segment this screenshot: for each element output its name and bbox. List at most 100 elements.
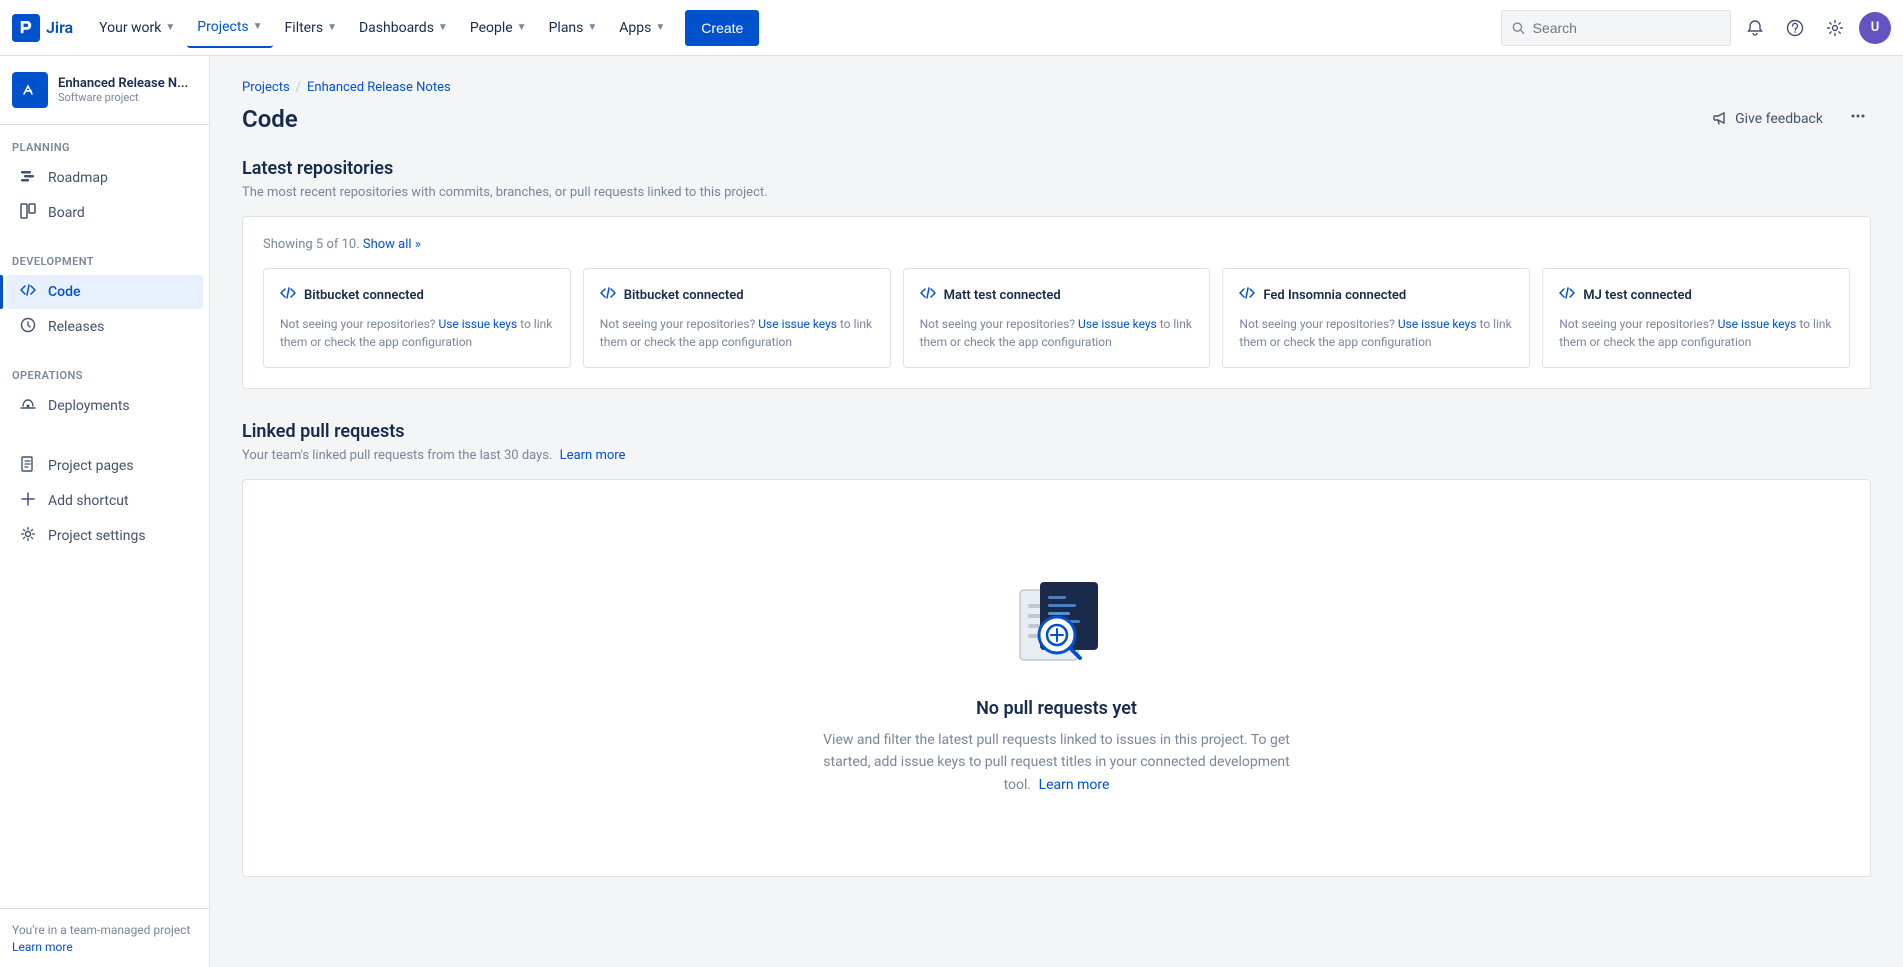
nav-dashboards[interactable]: Dashboards ▼ — [349, 8, 458, 48]
chevron-down-icon: ▼ — [587, 22, 597, 33]
give-feedback-button[interactable]: Give feedback — [1703, 105, 1833, 133]
create-button[interactable]: Create — [685, 10, 759, 46]
releases-icon — [18, 317, 38, 337]
repos-showing: Showing 5 of 10. Show all » — [263, 237, 1850, 252]
give-feedback-label: Give feedback — [1735, 111, 1823, 127]
repo-link-0[interactable]: Use issue keys — [438, 317, 517, 331]
chevron-down-icon: ▼ — [517, 22, 527, 33]
sidebar: Enhanced Release N... Software project P… — [0, 56, 210, 967]
nav-projects[interactable]: Projects ▼ — [187, 8, 272, 48]
nav-people[interactable]: People ▼ — [460, 8, 537, 48]
repo-title-2: Matt test connected — [944, 288, 1061, 303]
main-nav: Your work ▼ Projects ▼ Filters ▼ Dashboa… — [89, 8, 1501, 48]
nav-plans[interactable]: Plans ▼ — [539, 8, 608, 48]
planning-section: PLANNING Roadmap B — [0, 125, 209, 239]
nav-filters[interactable]: Filters ▼ — [275, 8, 347, 48]
pull-requests-title: Linked pull requests — [242, 421, 1871, 442]
help-button[interactable] — [1779, 12, 1811, 44]
repo-card-3: Fed Insomnia connected Not seeing your r… — [1222, 268, 1530, 368]
more-icon — [1849, 107, 1867, 125]
top-navigation: Jira Your work ▼ Projects ▼ Filters ▼ Da… — [0, 0, 1903, 56]
sidebar-item-project-pages[interactable]: Project pages — [6, 449, 203, 483]
breadcrumb-enhanced-release[interactable]: Enhanced Release Notes — [307, 80, 451, 95]
page-actions: Give feedback — [1703, 103, 1871, 134]
sidebar-item-deployments[interactable]: Deployments — [6, 389, 203, 423]
repo-body-4: Not seeing your repositories? Use issue … — [1559, 315, 1833, 351]
nav-apps[interactable]: Apps ▼ — [609, 8, 675, 48]
repo-title-3: Fed Insomnia connected — [1263, 288, 1406, 303]
code-icon — [18, 282, 38, 302]
repo-link-2[interactable]: Use issue keys — [1078, 317, 1157, 331]
chevron-down-icon: ▼ — [165, 22, 175, 33]
nav-your-work[interactable]: Your work ▼ — [89, 8, 185, 48]
project-name: Enhanced Release N... — [58, 76, 188, 91]
pages-icon — [18, 456, 38, 476]
show-all-link[interactable]: Show all » — [363, 237, 421, 252]
roadmap-icon — [18, 168, 38, 188]
empty-title: No pull requests yet — [976, 698, 1137, 719]
more-actions-button[interactable] — [1845, 103, 1871, 134]
board-label: Board — [48, 205, 85, 221]
megaphone-icon — [1713, 111, 1729, 127]
development-label: DEVELOPMENT — [0, 255, 209, 274]
chevron-down-icon: ▼ — [438, 22, 448, 33]
board-icon — [18, 203, 38, 223]
repo-card-4: MJ test connected Not seeing your reposi… — [1542, 268, 1850, 368]
repo-card-1: Bitbucket connected Not seeing your repo… — [583, 268, 891, 368]
sidebar-item-code[interactable]: Code — [6, 275, 203, 309]
project-pages-label: Project pages — [48, 458, 134, 474]
deployments-label: Deployments — [48, 398, 130, 414]
add-shortcut-label: Add shortcut — [48, 493, 129, 509]
breadcrumb-projects[interactable]: Projects — [242, 80, 290, 95]
chevron-down-icon: ▼ — [253, 21, 263, 32]
sidebar-item-add-shortcut[interactable]: Add shortcut — [6, 484, 203, 518]
app-layout: Enhanced Release N... Software project P… — [0, 56, 1903, 967]
pull-requests-learn-more-top[interactable]: Learn more — [560, 448, 626, 463]
repos-container: Showing 5 of 10. Show all » Bitbucket co… — [242, 216, 1871, 389]
repo-code-icon-4 — [1559, 285, 1575, 305]
breadcrumb: Projects / Enhanced Release Notes — [242, 80, 1871, 95]
search-icon — [1512, 21, 1525, 35]
chevron-down-icon: ▼ — [327, 22, 337, 33]
search-input[interactable] — [1533, 20, 1720, 36]
sidebar-item-project-settings[interactable]: Project settings — [6, 519, 203, 553]
repo-card-2: Matt test connected Not seeing your repo… — [903, 268, 1211, 368]
repo-body-0: Not seeing your repositories? Use issue … — [280, 315, 554, 351]
development-section: DEVELOPMENT Code Releases — [0, 239, 209, 353]
roadmap-label: Roadmap — [48, 170, 108, 186]
sidebar-item-releases[interactable]: Releases — [6, 310, 203, 344]
team-managed-text: You're in a team-managed project — [12, 921, 197, 939]
main-content: Projects / Enhanced Release Notes Code G… — [210, 56, 1903, 967]
repo-body-3: Not seeing your repositories? Use issue … — [1239, 315, 1513, 351]
repo-body-2: Not seeing your repositories? Use issue … — [920, 315, 1194, 351]
project-header[interactable]: Enhanced Release N... Software project — [0, 56, 209, 125]
jira-logo[interactable]: Jira — [12, 14, 73, 42]
empty-learn-more-link[interactable]: Learn more — [1039, 777, 1110, 793]
sidebar-item-roadmap[interactable]: Roadmap — [6, 161, 203, 195]
repo-title-0: Bitbucket connected — [304, 288, 424, 303]
jira-wordmark: Jira — [46, 18, 73, 37]
pull-requests-container: No pull requests yet View and filter the… — [242, 479, 1871, 877]
code-label: Code — [48, 284, 80, 300]
repos-section: Latest repositories The most recent repo… — [242, 158, 1871, 389]
sidebar-item-board[interactable]: Board — [6, 196, 203, 230]
user-avatar[interactable]: U — [1859, 12, 1891, 44]
add-shortcut-icon — [18, 491, 38, 511]
empty-state: No pull requests yet View and filter the… — [263, 500, 1850, 856]
notifications-button[interactable] — [1739, 12, 1771, 44]
repo-link-3[interactable]: Use issue keys — [1398, 317, 1477, 331]
repo-code-icon-2 — [920, 285, 936, 305]
repos-grid: Bitbucket connected Not seeing your repo… — [263, 268, 1850, 368]
empty-illustration — [1002, 560, 1112, 674]
repo-link-1[interactable]: Use issue keys — [758, 317, 837, 331]
repos-section-title: Latest repositories — [242, 158, 1871, 179]
search-box[interactable] — [1501, 10, 1731, 46]
other-section: Project pages Add shortcut Project se — [0, 432, 209, 562]
learn-more-link[interactable]: Learn more — [12, 940, 73, 954]
operations-section: OPERATIONS Deployments — [0, 353, 209, 432]
sidebar-bottom: You're in a team-managed project Learn m… — [0, 908, 209, 967]
repo-link-4[interactable]: Use issue keys — [1718, 317, 1797, 331]
settings-button[interactable] — [1819, 12, 1851, 44]
releases-label: Releases — [48, 319, 104, 335]
project-type: Software project — [58, 91, 188, 104]
